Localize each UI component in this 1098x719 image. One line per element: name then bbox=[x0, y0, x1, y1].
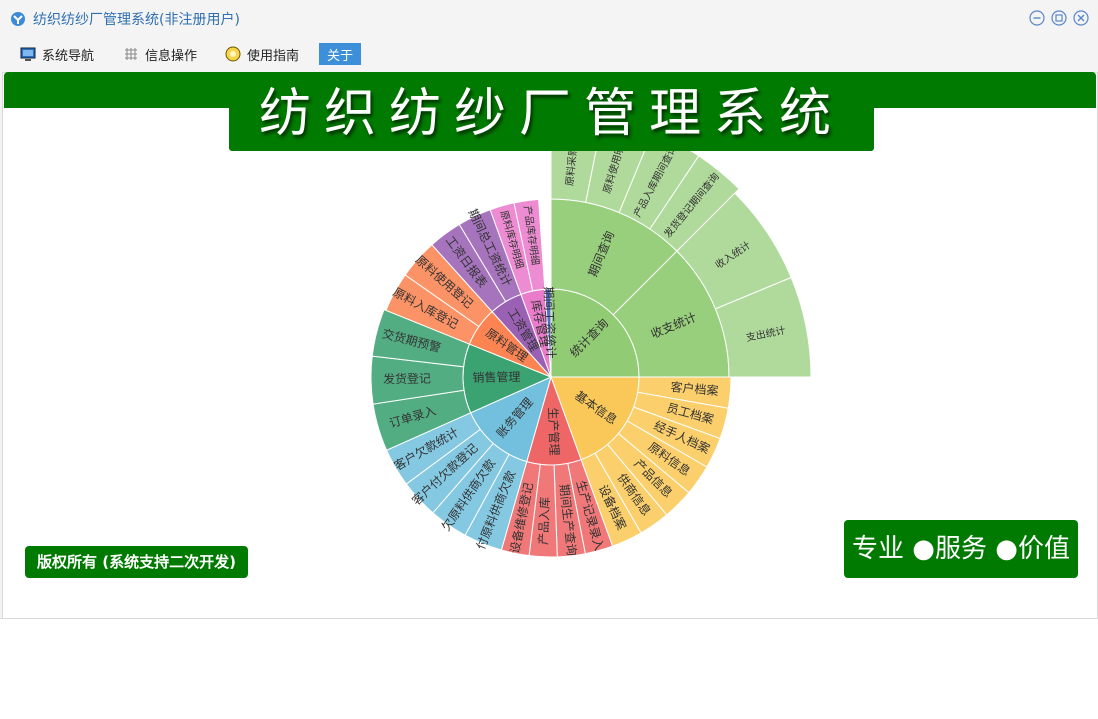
sunburst-label-sub: 发货登记 bbox=[383, 371, 431, 387]
sunburst-label-category: 销售管理 bbox=[472, 369, 520, 385]
sunburst-label-category: 期间工资统计 bbox=[541, 286, 558, 358]
system-headline: 纺织纺纱厂管理系统 bbox=[229, 78, 874, 151]
app-window: 纺织纺纱厂管理系统(非注册用户) 系统导航 信息操作 使用指南 关于 统计查询 … bbox=[0, 0, 1098, 619]
slogan-label: 专业 ●服务 ●价值 bbox=[844, 520, 1078, 578]
sunburst-label-category: 生产管理 bbox=[546, 407, 563, 456]
sunburst-label-sub: 产品入库 bbox=[535, 497, 552, 546]
copyright-label: 版权所有 (系统支持二次开发) bbox=[25, 546, 248, 578]
